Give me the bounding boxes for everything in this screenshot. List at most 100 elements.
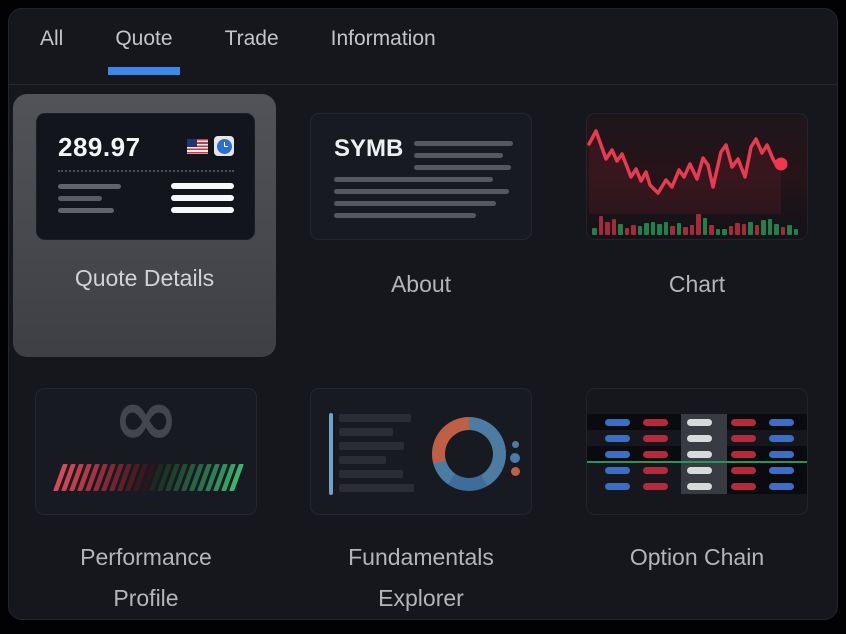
value-pill	[687, 435, 712, 442]
bar	[339, 484, 414, 492]
value-pill	[643, 435, 668, 442]
tab-bar: All Quote Trade Information	[8, 8, 838, 85]
value-pill	[605, 467, 630, 474]
infinity-icon: ∞	[36, 388, 256, 453]
volume-bar	[631, 225, 636, 235]
volume-bar	[729, 226, 734, 235]
placeholder-line	[334, 213, 476, 218]
placeholder-line	[171, 195, 234, 201]
volume-bar	[651, 222, 656, 235]
volume-bar	[716, 229, 721, 235]
option-chain-thumbnail	[586, 388, 808, 515]
placeholder-line	[58, 196, 102, 201]
value-pill	[687, 483, 712, 490]
volume-bar	[592, 228, 597, 235]
clock-icon	[214, 136, 234, 156]
bar	[339, 414, 411, 422]
value-pill	[731, 467, 756, 474]
bar	[339, 442, 404, 450]
performance-gradient-stripes	[58, 464, 244, 491]
volume-bar	[683, 227, 688, 235]
last-price-dot	[775, 158, 788, 171]
volume-bar	[722, 229, 727, 235]
value-pill	[769, 435, 794, 442]
volume-bar	[755, 225, 760, 235]
placeholder-line	[171, 207, 234, 213]
volume-bar	[657, 224, 662, 235]
volume-bar	[664, 222, 669, 235]
value-pill	[605, 419, 630, 426]
performance-profile-thumbnail: ∞	[35, 388, 257, 515]
value-pill	[769, 483, 794, 490]
volume-bar	[774, 224, 779, 235]
volume-bar	[690, 225, 695, 235]
tab-trade[interactable]: Trade	[225, 8, 279, 70]
volume-bar	[761, 220, 766, 235]
us-flag-icon	[187, 139, 208, 154]
card-label: Fundamentals Explorer	[310, 537, 532, 619]
option-row	[587, 463, 808, 477]
card-performance-profile[interactable]: ∞ Performance Profile	[35, 388, 257, 623]
card-label: Performance Profile	[35, 537, 257, 619]
placeholder-line	[58, 208, 114, 213]
volume-bar	[742, 224, 747, 235]
quote-price: 289.97	[58, 132, 141, 163]
volume-bar	[781, 227, 786, 235]
volume-bar	[794, 229, 799, 235]
placeholder-line	[58, 184, 121, 189]
value-pill	[643, 419, 668, 426]
value-pill	[643, 467, 668, 474]
card-chart[interactable]: Chart	[586, 113, 808, 303]
value-pill	[687, 419, 712, 426]
option-row	[587, 431, 808, 445]
placeholder-line	[334, 177, 493, 182]
value-pill	[769, 467, 794, 474]
volume-bar	[599, 216, 604, 235]
tab-information[interactable]: Information	[331, 8, 436, 70]
card-option-chain[interactable]: Option Chain	[586, 388, 808, 623]
donut-chart-icon	[432, 417, 506, 491]
card-fundamentals-explorer[interactable]: Fundamentals Explorer	[310, 388, 532, 623]
card-label: Chart	[586, 264, 808, 305]
bar	[339, 456, 386, 464]
horizontal-bars	[339, 414, 414, 492]
volume-bar	[748, 222, 753, 235]
card-label: About	[310, 264, 532, 305]
placeholder-line	[171, 183, 234, 189]
option-rows	[587, 415, 808, 493]
value-pill	[643, 451, 668, 458]
value-pill	[687, 467, 712, 474]
value-pill	[731, 435, 756, 442]
volume-bar	[787, 225, 792, 235]
card-label: Quote Details	[13, 258, 276, 299]
value-pill	[605, 451, 630, 458]
quote-details-thumbnail: 289.97	[36, 113, 255, 240]
fundamentals-explorer-thumbnail	[310, 388, 532, 515]
value-pill	[643, 483, 668, 490]
tab-quote[interactable]: Quote	[115, 8, 172, 70]
volume-bar	[677, 223, 682, 235]
chart-thumbnail	[586, 113, 808, 240]
card-label: Option Chain	[586, 537, 808, 578]
about-thumbnail: SYMB	[310, 113, 532, 240]
volume-bar	[644, 223, 649, 235]
volume-bar	[670, 226, 675, 235]
option-row	[587, 447, 808, 461]
volume-bar	[735, 223, 740, 235]
placeholder-line	[414, 153, 503, 158]
tab-all[interactable]: All	[40, 8, 63, 70]
option-row	[587, 415, 808, 429]
value-pill	[605, 435, 630, 442]
card-quote-details[interactable]: 289.97 Quote Details	[13, 94, 276, 357]
volume-bar	[638, 226, 643, 235]
card-about[interactable]: SYMB About	[310, 113, 532, 303]
volume-bar	[625, 228, 630, 235]
volume-bar	[696, 214, 701, 235]
legend-dot	[510, 453, 520, 463]
volume-bars	[592, 211, 802, 235]
value-pill	[731, 451, 756, 458]
value-pill	[605, 483, 630, 490]
placeholder-line	[414, 165, 511, 170]
quote-menu-screen: All Quote Trade Information 289.97 Quote…	[0, 0, 846, 634]
volume-bar	[768, 219, 773, 235]
